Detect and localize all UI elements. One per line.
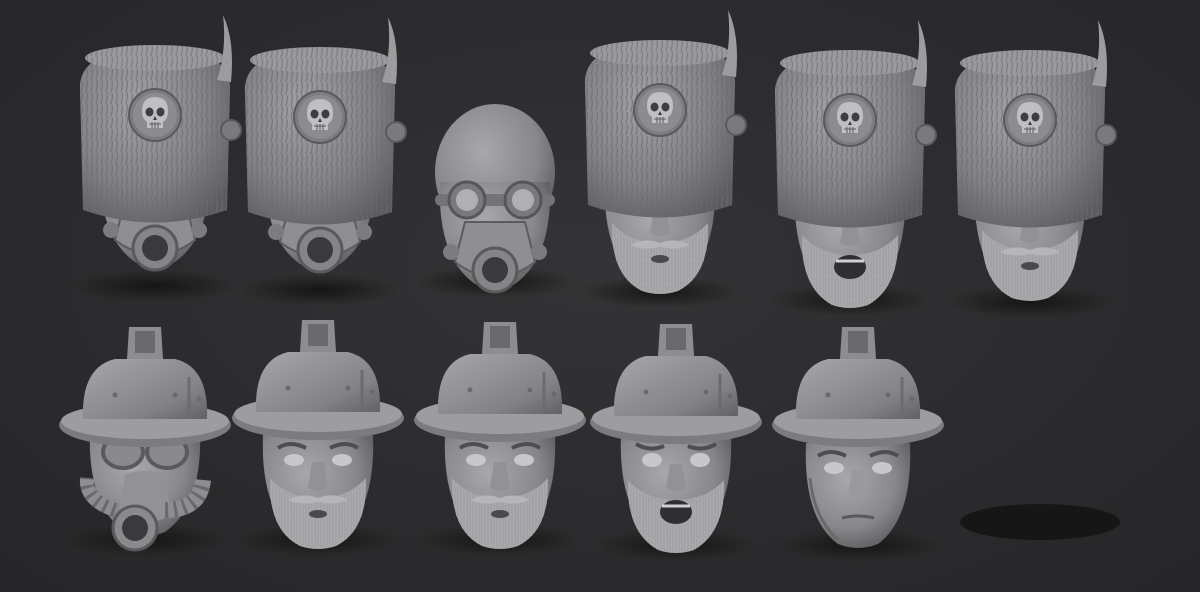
helmet-mustache-head xyxy=(412,320,588,556)
helmet-cleanshaven-head xyxy=(770,325,946,561)
fur-hat-skull-bearded-head xyxy=(950,20,1116,318)
fur-hat-skull-gasmask-head xyxy=(240,17,406,306)
helmet-gasmask-head xyxy=(57,325,233,556)
helmet-bearded-head xyxy=(230,318,406,556)
fur-hat-skull-mustache-head xyxy=(580,10,746,308)
render-viewport xyxy=(0,0,1200,592)
helmet-shouting-head xyxy=(588,322,764,561)
empty-shadow-slot xyxy=(960,504,1120,540)
fur-hat-skull-gasmask-head xyxy=(75,15,241,302)
fur-hat-skull-shouting-bearded-head xyxy=(770,20,936,316)
bald-gasmask-goggles-head xyxy=(415,104,575,298)
head-renders xyxy=(57,0,1120,561)
